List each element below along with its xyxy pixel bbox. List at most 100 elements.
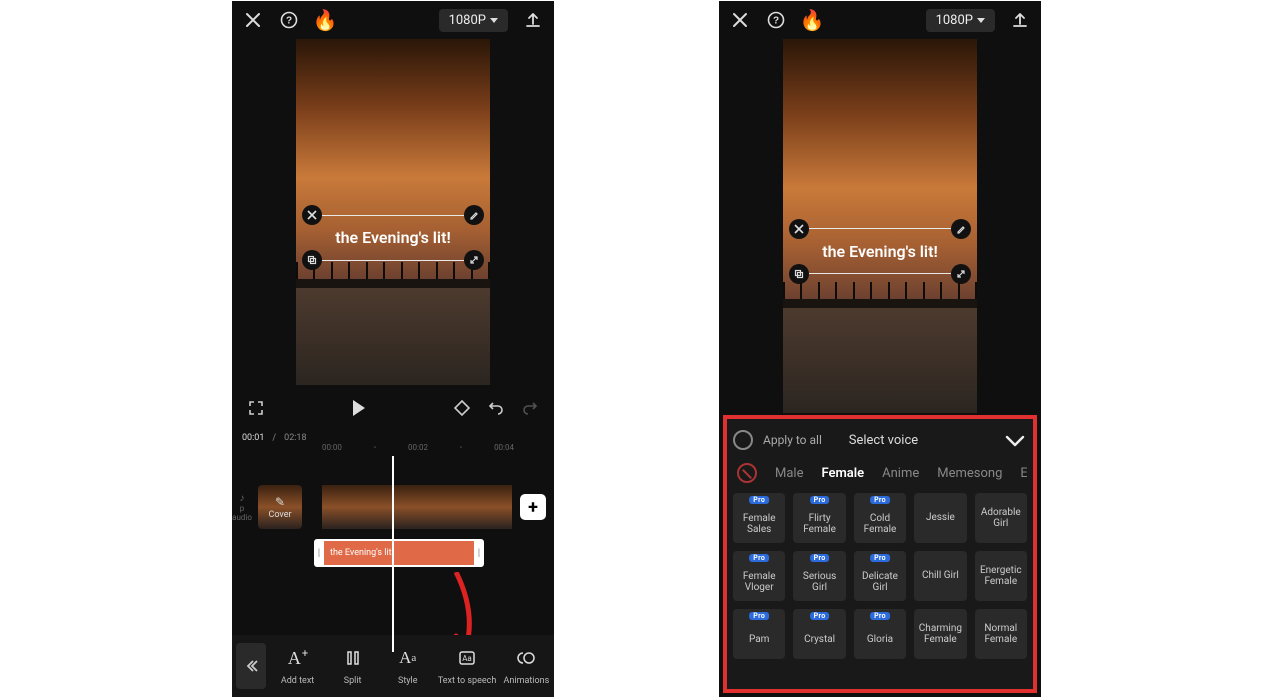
confirm-icon[interactable] xyxy=(1005,433,1025,447)
close-icon[interactable] xyxy=(729,9,751,31)
flame-icon[interactable]: 🔥 xyxy=(314,9,336,31)
edit-text-handle[interactable] xyxy=(464,205,484,225)
video-preview[interactable]: the Evening's lit! xyxy=(783,39,977,413)
copy-text-handle[interactable] xyxy=(302,250,322,270)
split-button[interactable]: Split xyxy=(328,646,378,686)
preview-area: the Evening's lit! xyxy=(719,39,1041,413)
video-preview[interactable]: the Evening's lit! xyxy=(296,39,490,385)
voice-label: Charming Female xyxy=(916,623,964,646)
keyframe-icon[interactable] xyxy=(452,398,472,418)
animations-button[interactable]: Animations xyxy=(501,646,551,686)
ruler-tick: 00:02 xyxy=(408,443,428,452)
voice-category-tabs: Male Female Anime Memesong English xyxy=(733,457,1027,493)
tab-english[interactable]: English xyxy=(1020,466,1027,481)
help-icon[interactable]: ? xyxy=(278,9,300,31)
add-clip-button[interactable]: + xyxy=(520,494,546,520)
pro-badge: Pro xyxy=(810,554,830,562)
voice-option[interactable]: Jessie xyxy=(914,493,966,543)
cover-label: Cover xyxy=(268,510,291,520)
playhead[interactable] xyxy=(392,456,394,652)
voice-option[interactable]: ProCold Female xyxy=(854,493,906,543)
svg-text:?: ? xyxy=(286,16,292,27)
tab-anime[interactable]: Anime xyxy=(882,466,919,481)
pro-badge: Pro xyxy=(810,496,830,504)
voice-option[interactable]: ProFemale Sales xyxy=(733,493,785,543)
clip-right-handle[interactable]: | xyxy=(474,541,484,565)
add-text-button[interactable]: A+ Add text xyxy=(273,646,323,686)
video-clip[interactable] xyxy=(322,485,512,529)
tab-female[interactable]: Female xyxy=(821,466,864,481)
apply-all-toggle[interactable] xyxy=(733,430,753,450)
text-to-speech-button[interactable]: Aa Text to speech xyxy=(438,646,496,686)
voice-panel: Apply to all Select voice Male Female An… xyxy=(723,415,1037,693)
caption-text: the Evening's lit! xyxy=(789,239,971,264)
voice-label: Crystal xyxy=(804,634,835,646)
ruler-tick: 00:00 xyxy=(322,443,342,452)
time-display: 00:01 / 02:18 xyxy=(232,431,554,443)
toolbar-back-button[interactable] xyxy=(236,643,266,689)
redo-icon[interactable] xyxy=(520,398,540,418)
text-clip[interactable]: | the Evening's lit! | xyxy=(314,539,484,567)
text-selection[interactable]: the Evening's lit! xyxy=(302,205,484,270)
edit-text-handle[interactable] xyxy=(951,219,971,239)
audio-stub: ♪ p audio xyxy=(232,493,252,522)
copy-text-handle[interactable] xyxy=(789,264,809,284)
cover-button[interactable]: ✎ Cover xyxy=(258,485,302,529)
voice-grid: ProFemale Sales Pro Flirty Female ProCold F… xyxy=(733,493,1027,659)
export-icon[interactable] xyxy=(1009,9,1031,31)
voice-label: Gloria xyxy=(867,634,893,646)
toolbar-label: Style xyxy=(398,676,418,686)
voice-option[interactable]: ProFemale Vloger xyxy=(733,551,785,601)
toolbar-label: Text to speech xyxy=(438,676,496,686)
voice-label: Pam xyxy=(749,634,769,646)
timeline[interactable]: ♪ p audio ✎ Cover + | the Evening's lit!… xyxy=(232,456,554,652)
total-time: 02:18 xyxy=(284,433,306,443)
toolbar-label: Split xyxy=(344,676,362,686)
editor-header: ? 🔥 1080P xyxy=(719,1,1041,39)
voice-label: Normal Female xyxy=(977,623,1025,646)
pro-badge: Pro xyxy=(749,612,769,620)
voice-label: Chill Girl xyxy=(922,570,959,582)
clip-left-handle[interactable]: | xyxy=(314,541,324,565)
fullscreen-icon[interactable] xyxy=(246,398,266,418)
export-icon[interactable] xyxy=(522,9,544,31)
tab-male[interactable]: Male xyxy=(775,466,803,481)
tab-memesong[interactable]: Memesong xyxy=(937,466,1002,481)
voice-option[interactable]: Charming Female xyxy=(914,609,966,659)
voice-label: Flirty Female xyxy=(795,513,843,536)
voice-option[interactable]: Pro Pam xyxy=(733,609,785,659)
resize-text-handle[interactable] xyxy=(464,250,484,270)
play-button[interactable] xyxy=(349,398,369,418)
toolbar-label: Add text xyxy=(281,676,314,686)
text-clip-label: the Evening's lit! xyxy=(330,548,394,558)
delete-text-handle[interactable] xyxy=(789,219,809,239)
voice-option[interactable]: Chill Girl xyxy=(914,551,966,601)
flame-icon[interactable]: 🔥 xyxy=(801,9,823,31)
style-button[interactable]: Aa Style xyxy=(383,646,433,686)
voice-panel-title: Select voice xyxy=(832,433,935,448)
voice-option[interactable]: Pro Delicate Girl xyxy=(854,551,906,601)
voice-option[interactable]: Normal Female xyxy=(975,609,1027,659)
voice-option[interactable]: ProCrystal xyxy=(793,609,845,659)
voice-option[interactable]: Adorable Girl xyxy=(975,493,1027,543)
help-icon[interactable]: ? xyxy=(765,9,787,31)
voice-label: Energetic Female xyxy=(977,565,1025,588)
editor-header: ? 🔥 1080P xyxy=(232,1,554,39)
pro-badge: Pro xyxy=(870,554,890,562)
undo-icon[interactable] xyxy=(486,398,506,418)
voice-option[interactable]: ProGloria xyxy=(854,609,906,659)
split-icon xyxy=(341,646,365,670)
text-selection[interactable]: the Evening's lit! xyxy=(789,219,971,284)
resize-text-handle[interactable] xyxy=(951,264,971,284)
delete-text-handle[interactable] xyxy=(302,205,322,225)
voice-option[interactable]: Pro Serious Girl xyxy=(793,551,845,601)
none-voice-icon[interactable] xyxy=(737,463,757,483)
voice-option[interactable]: Energetic Female xyxy=(975,551,1027,601)
resolution-selector[interactable]: 1080P xyxy=(926,9,995,32)
voice-option[interactable]: Pro Flirty Female xyxy=(793,493,845,543)
voice-label: Delicate Girl xyxy=(856,571,904,594)
close-icon[interactable] xyxy=(242,9,264,31)
voice-label: Serious Girl xyxy=(795,571,843,594)
pro-badge: Pro xyxy=(870,496,890,504)
resolution-selector[interactable]: 1080P xyxy=(439,9,508,32)
